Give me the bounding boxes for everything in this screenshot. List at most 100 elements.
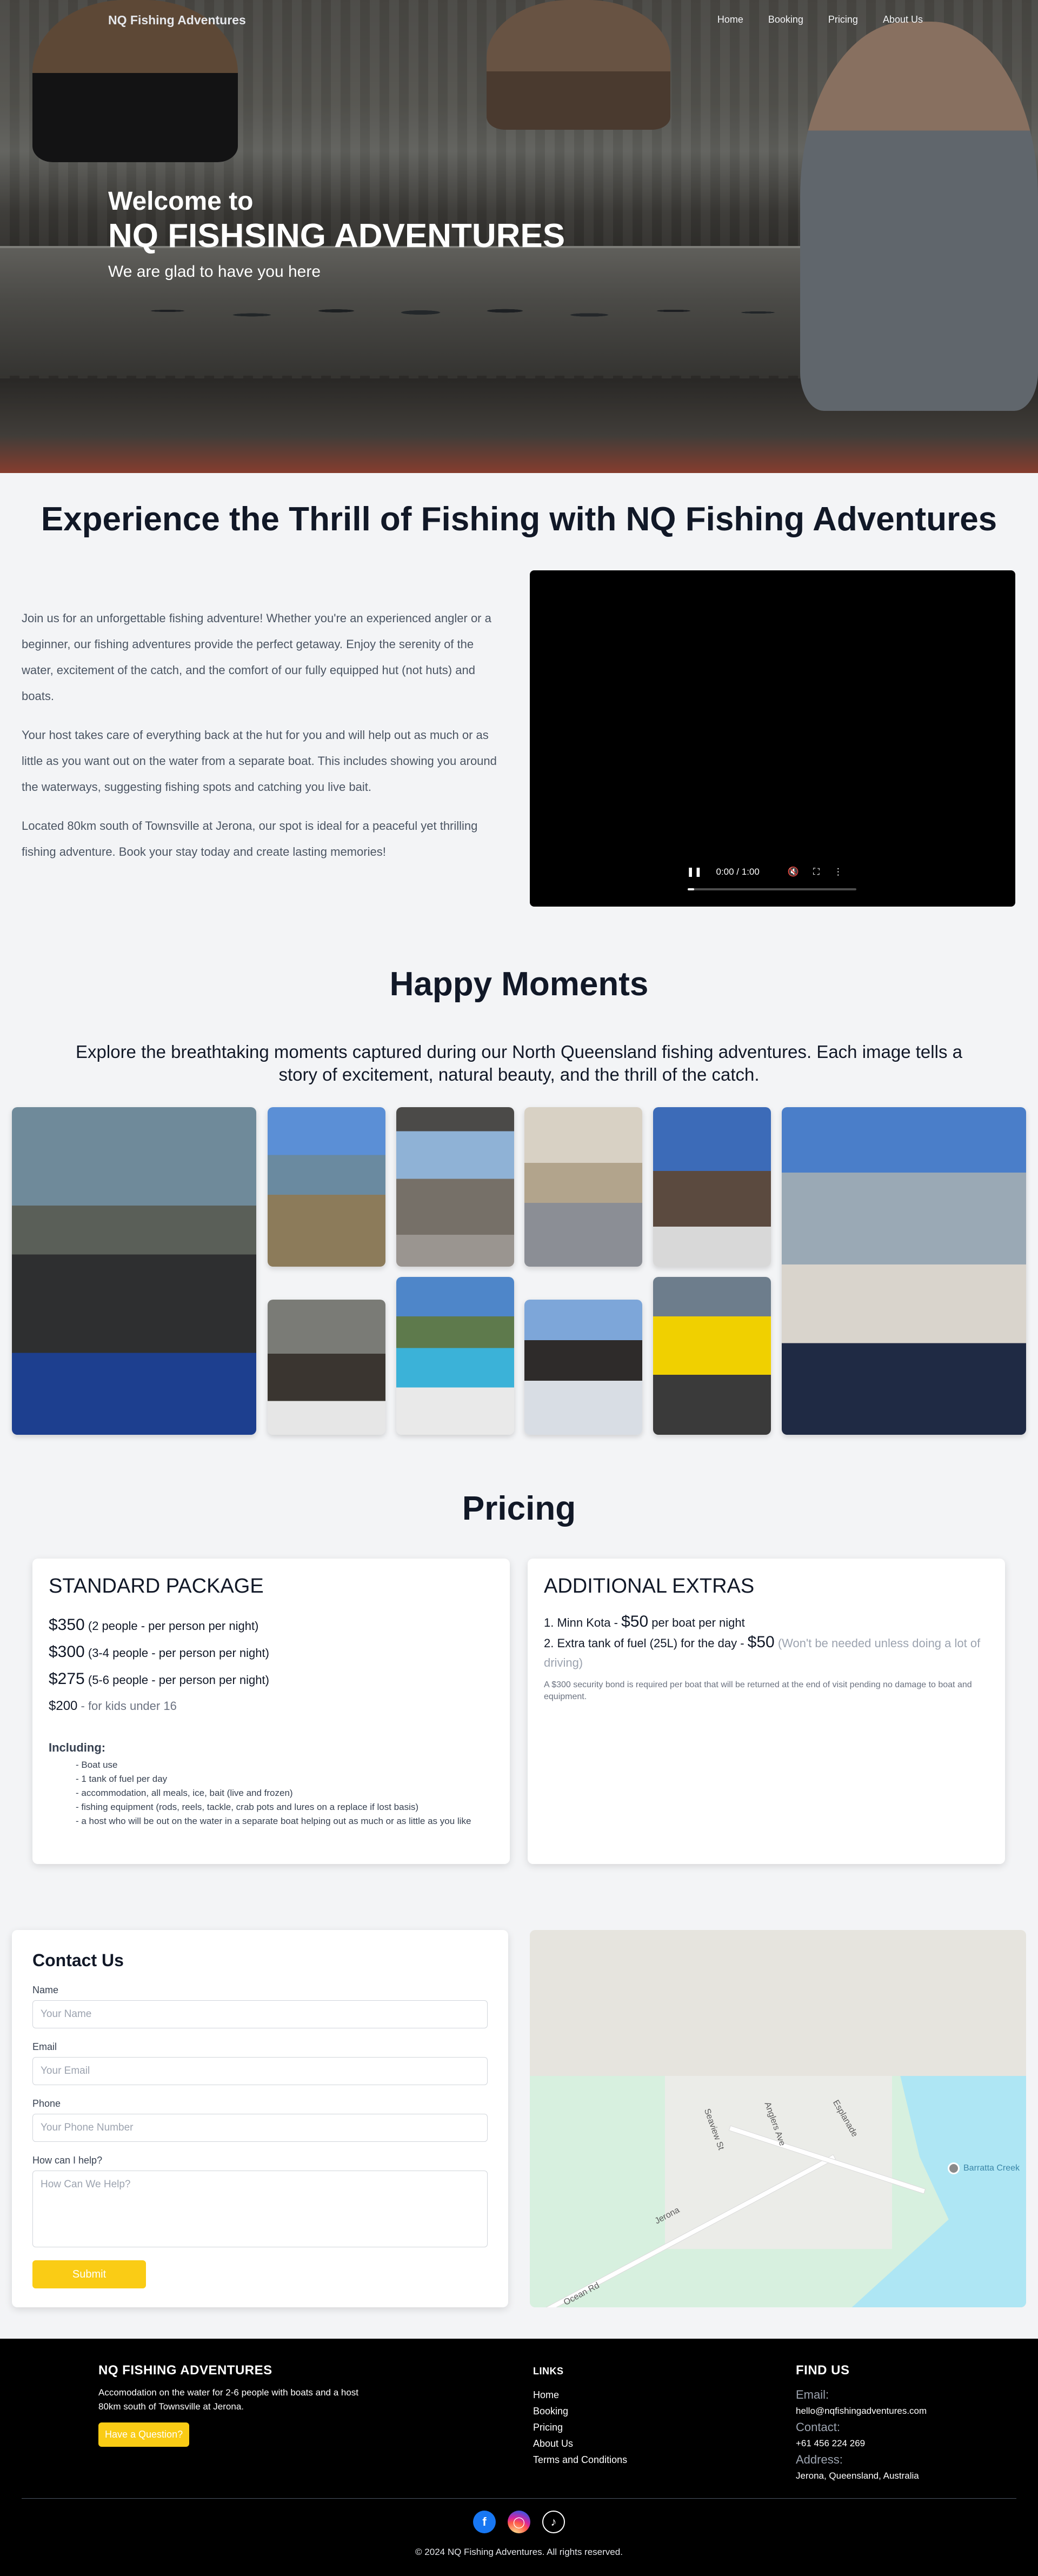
pricing-title: Pricing [462,1490,576,1527]
gallery-photo[interactable] [782,1107,1026,1435]
footer-link-booking[interactable]: Booking [533,2403,627,2419]
copyright: © 2024 NQ Fishing Adventures. All rights… [415,2547,623,2557]
pause-icon[interactable]: ❚❚ [687,867,702,877]
footer-links: LINKS Home Booking Pricing About Us Term… [533,2363,627,2468]
fullscreen-icon[interactable]: ⛶ [813,867,820,877]
extra-item-amount: $50 [621,1613,649,1630]
price-line: $350 (2 people - per person per night) [49,1612,494,1639]
nav-link-home[interactable]: Home [717,14,743,25]
phone-field[interactable]: Your Phone Number [32,2114,488,2142]
gallery-photo[interactable] [524,1107,642,1267]
nav-links: Home Booking Pricing About Us [717,14,923,25]
facebook-icon[interactable]: f [473,2511,496,2533]
price-line: $200 - for kids under 16 [49,1693,494,1719]
experience-paragraph: Your host takes care of everything back … [22,728,497,794]
gallery-photo[interactable] [653,1277,771,1435]
gallery-photo[interactable] [653,1107,771,1267]
email-field[interactable]: Your Email [32,2057,488,2085]
help-textarea[interactable]: How Can We Help? [32,2171,488,2247]
security-bond-note: A $300 security bond is required per boa… [544,1680,972,1701]
video-progress-fill [688,888,695,890]
nav-link-pricing[interactable]: Pricing [828,14,858,25]
nav-link-about[interactable]: About Us [883,14,923,25]
footer-links-title: LINKS [533,2366,564,2377]
footer-email[interactable]: hello@nqfishingadventures.com [796,2404,927,2418]
gallery-photo[interactable] [524,1300,642,1435]
price-detail: (3-4 people - per person per night) [84,1646,269,1660]
hero-title: NQ FISHSING ADVENTURES [108,217,565,255]
experience-text: Join us for an unforgettable fishing adv… [22,605,508,878]
including-item: - Boat use [76,1760,118,1770]
including-list: - Boat use - 1 tank of fuel per day - ac… [49,1758,494,1828]
footer-phone[interactable]: +61 456 224 269 [796,2437,927,2451]
standard-package-card: STANDARD PACKAGE $350 (2 people - per pe… [32,1559,510,1864]
video-progress-bar[interactable] [688,888,856,890]
happy-moments-title: Happy Moments [389,966,649,1003]
footer-link-terms[interactable]: Terms and Conditions [533,2452,627,2468]
nav-link-booking[interactable]: Booking [768,14,803,25]
footer-about-text: Accomodation on the water for 2-6 people… [98,2387,359,2412]
footer-brand: NQ FISHING ADVENTURES [98,2363,272,2378]
hero-section: NQ Fishing Adventures Home Booking Prici… [0,0,1038,473]
name-label: Name [32,1985,59,1995]
price-amount: $300 [49,1643,85,1661]
phone-label: Phone [32,2098,61,2109]
mute-icon[interactable]: 🔇 [788,867,799,877]
standard-package-title: STANDARD PACKAGE [49,1575,264,1597]
video-player[interactable]: ❚❚ 0:00 / 1:00 🔇 ⛶ ⋮ [530,570,1015,907]
help-label: How can I help? [32,2155,103,2166]
including-item: - 1 tank of fuel per day [76,1774,168,1784]
gallery-photo[interactable] [396,1107,514,1267]
have-a-question-button[interactable]: Have a Question? [98,2422,190,2447]
footer-contact-label: Contact: [796,2420,840,2434]
instagram-icon[interactable]: ◯ [508,2511,530,2533]
extra-item: 1. Minn Kota - $50 per boat per night [544,1612,989,1633]
nav-brand[interactable]: NQ Fishing Adventures [108,13,246,28]
experience-title: Experience the Thrill of Fishing with NQ… [41,501,997,538]
hero-subtitle: We are glad to have you here [108,263,321,281]
footer-divider [22,2498,1016,2499]
footer: NQ FISHING ADVENTURES Accomodation on th… [0,2339,1038,2576]
gallery-photo[interactable] [396,1277,514,1435]
including-title: Including: [49,1741,106,1754]
price-amount: $200 [49,1699,78,1713]
extra-item-label: 1. Minn Kota - [544,1616,622,1629]
contact-form: Contact Us Name Your Name Email Your Ema… [12,1930,508,2307]
footer-about: NQ FISHING ADVENTURES Accomodation on th… [98,2363,380,2447]
map-pin-icon[interactable] [948,2162,960,2174]
footer-link-home[interactable]: Home [533,2387,627,2403]
more-options-icon[interactable]: ⋮ [834,867,843,877]
footer-link-pricing[interactable]: Pricing [533,2419,627,2435]
footer-address-label: Address: [796,2453,843,2466]
gallery-photo[interactable] [268,1107,385,1267]
location-map[interactable]: Jerona Barratta Creek Ocean Rd Esplanade… [530,1930,1026,2307]
gallery-photo[interactable] [268,1300,385,1435]
email-label: Email [32,2041,57,2052]
top-nav: NQ Fishing Adventures Home Booking Prici… [0,0,1038,41]
footer-find-us: FIND US Email: hello@nqfishingadventures… [796,2363,927,2483]
additional-extras-card: ADDITIONAL EXTRAS 1. Minn Kota - $50 per… [528,1559,1005,1864]
including-item: - a host who will be out on the water in… [76,1816,471,1826]
tiktok-icon[interactable]: ♪ [542,2511,565,2533]
price-detail: (5-6 people - per person per night) [84,1673,269,1687]
name-field[interactable]: Your Name [32,2000,488,2028]
happy-moments-description: Explore the breathtaking moments capture… [76,1042,962,1084]
footer-link-about[interactable]: About Us [533,2435,627,2452]
price-detail: - for kids under 16 [77,1699,177,1713]
extra-item-amount: $50 [747,1633,775,1651]
gallery-photo[interactable] [12,1107,256,1435]
extra-item-label: 2. Extra tank of fuel (25L) for the day … [544,1636,748,1650]
additional-extras-title: ADDITIONAL EXTRAS [544,1575,755,1597]
experience-paragraph: Located 80km south of Townsville at Jero… [22,819,478,858]
extra-item-detail: per boat per night [648,1616,745,1629]
hero-text: Welcome to NQ FISHSING ADVENTURES We are… [108,187,565,285]
map-label: Barratta Creek [963,2164,1020,2173]
hero-welcome: Welcome to [108,187,254,216]
submit-button[interactable]: Submit [32,2260,146,2288]
including-item: - fishing equipment (rods, reels, tackle… [76,1802,419,1812]
footer-email-label: Email: [796,2388,829,2401]
video-controls: ❚❚ 0:00 / 1:00 🔇 ⛶ ⋮ [687,862,860,882]
social-icons: f ◯ ♪ [0,2511,1038,2533]
map-town-area [665,2076,892,2249]
contact-title: Contact Us [32,1951,124,1970]
